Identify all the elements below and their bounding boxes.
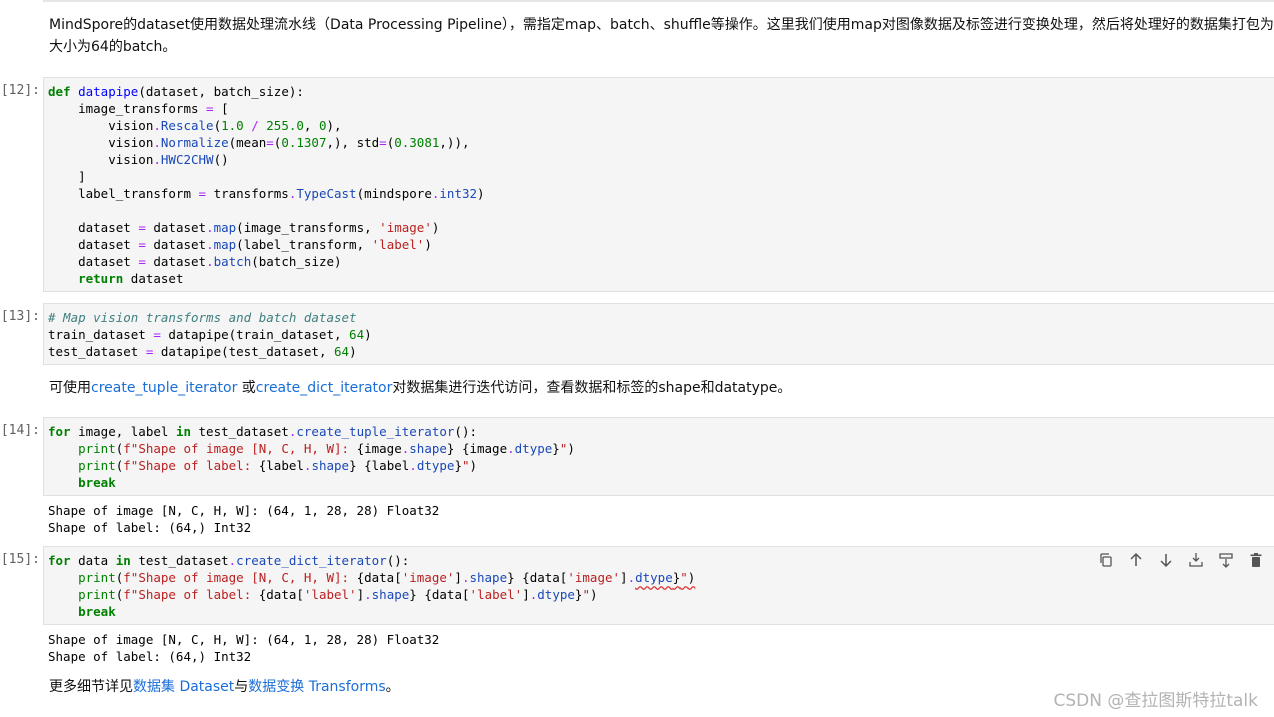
footer-text-mid: 与 bbox=[234, 679, 249, 695]
dataset-doc-link[interactable]: 数据集 Dataset bbox=[133, 679, 234, 695]
cell-output-14: Shape of image [N, C, H, W]: (64, 1, 28,… bbox=[48, 502, 439, 536]
cell-toolbar bbox=[1098, 551, 1264, 569]
transforms-doc-link[interactable]: 数据变换 Transforms bbox=[248, 679, 385, 695]
output-line: Shape of image [N, C, H, W]: (64, 1, 28,… bbox=[48, 632, 440, 647]
create-dict-iterator-link[interactable]: create_dict_iterator bbox=[256, 380, 393, 396]
insert-below-icon[interactable] bbox=[1218, 551, 1234, 569]
footer-text-post: 。 bbox=[385, 679, 400, 695]
intro-text-line2: 大小为64的batch。 bbox=[49, 39, 177, 55]
intro-text-line1: MindSpore的dataset使用数据处理流水线（Data Processi… bbox=[49, 17, 1274, 33]
cell-prompt-12: [12]: bbox=[0, 83, 40, 98]
footer-text-pre: 更多细节详见 bbox=[49, 679, 133, 695]
create-tuple-iterator-link[interactable]: create_tuple_iterator bbox=[91, 380, 237, 396]
cell-prompt-14: [14]: bbox=[0, 423, 40, 438]
output-line: Shape of label: (64,) Int32 bbox=[48, 649, 252, 664]
move-down-icon[interactable] bbox=[1158, 551, 1174, 569]
cell-divider bbox=[43, 0, 1274, 2]
insert-above-icon[interactable] bbox=[1188, 551, 1204, 569]
footer-text: 更多细节详见数据集 Dataset与数据变换 Transforms。 bbox=[49, 676, 400, 698]
iterator-text: 可使用create_tuple_iterator 或create_dict_it… bbox=[49, 377, 791, 399]
code-content-14[interactable]: for image, label in test_dataset.create_… bbox=[48, 423, 575, 491]
iterator-text-post: 对数据集进行迭代访问，查看数据和标签的shape和datatype。 bbox=[392, 380, 792, 396]
cell-prompt-13: [13]: bbox=[0, 309, 40, 324]
code-content-13[interactable]: # Map vision transforms and batch datase… bbox=[48, 309, 372, 360]
code-content-12[interactable]: def datapipe(dataset, batch_size): image… bbox=[48, 83, 485, 287]
cell-prompt-15: [15]: bbox=[0, 552, 40, 567]
code-content-15[interactable]: for data in test_dataset.create_dict_ite… bbox=[48, 552, 695, 620]
duplicate-icon[interactable] bbox=[1098, 551, 1114, 569]
iterator-text-mid: 或 bbox=[237, 380, 256, 396]
move-up-icon[interactable] bbox=[1128, 551, 1144, 569]
output-line: Shape of label: (64,) Int32 bbox=[48, 520, 252, 535]
iterator-text-pre: 可使用 bbox=[49, 380, 91, 396]
watermark: CSDN @查拉图斯特拉talk bbox=[1053, 691, 1258, 711]
cell-output-15: Shape of image [N, C, H, W]: (64, 1, 28,… bbox=[48, 631, 439, 665]
delete-icon[interactable] bbox=[1248, 551, 1264, 569]
output-line: Shape of image [N, C, H, W]: (64, 1, 28,… bbox=[48, 503, 440, 518]
